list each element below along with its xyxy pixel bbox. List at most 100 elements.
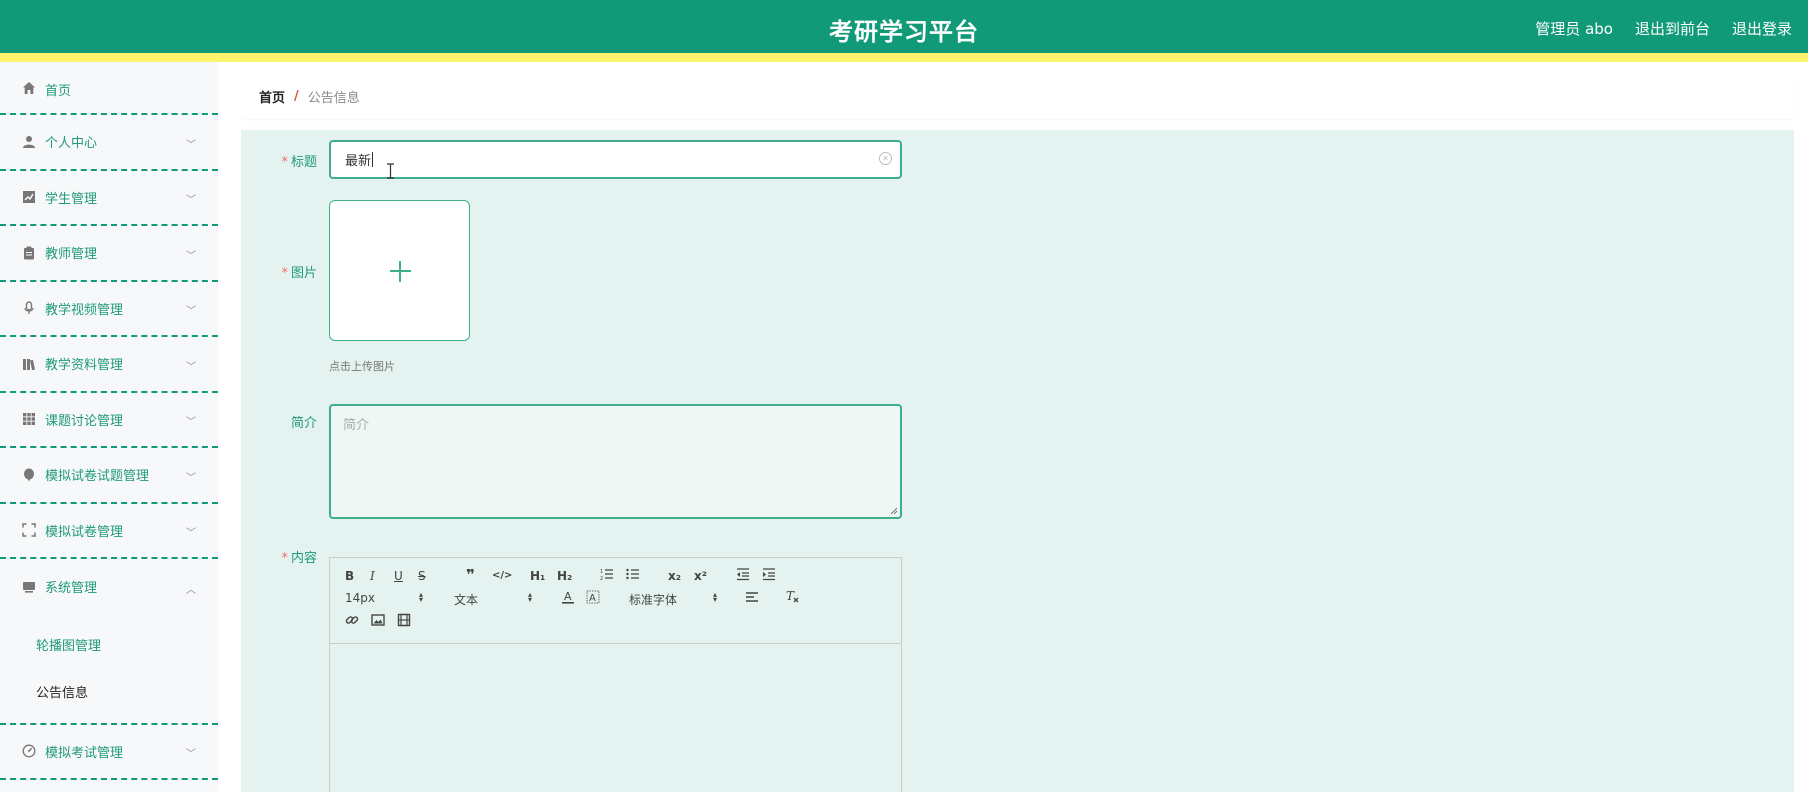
link-button[interactable] bbox=[345, 613, 359, 630]
heading1-button[interactable]: H₁ bbox=[530, 569, 545, 583]
title-input-value: 最新 bbox=[345, 154, 372, 169]
sidebar-item-label: 教学视频管理 bbox=[45, 302, 124, 318]
underline-button[interactable]: U bbox=[394, 569, 403, 583]
heading2-button[interactable]: H₂ bbox=[557, 569, 572, 583]
chevron-down-icon: ﹀ bbox=[186, 139, 196, 151]
title-label: * 标题 bbox=[281, 155, 317, 170]
chevron-down-icon: ﹀ bbox=[186, 195, 196, 207]
intro-placeholder: 简介 bbox=[343, 418, 370, 433]
strike-button[interactable]: S bbox=[418, 569, 426, 583]
balloon-icon bbox=[21, 467, 36, 482]
sidebar-item-label: 模拟试卷试题管理 bbox=[45, 469, 150, 485]
sidebar-item-label: 模拟试卷管理 bbox=[45, 524, 124, 540]
ibeam-cursor-icon bbox=[387, 163, 394, 179]
clear-input-icon[interactable]: ✕ bbox=[879, 152, 892, 165]
sidebar-item-discussion-management[interactable]: 课题讨论管理 ﹀ bbox=[0, 393, 218, 448]
rich-text-editor: B I U S ❞ </> H₁ H₂ 12 x₂ x² 14px ▴ ▾ 文本 … bbox=[329, 557, 902, 792]
code-block-button[interactable]: </> bbox=[492, 569, 512, 583]
system-submenu: 轮播图管理 公告信息 bbox=[0, 615, 218, 725]
bold-button[interactable]: B bbox=[345, 569, 354, 583]
chevron-down-icon: ﹀ bbox=[186, 749, 196, 761]
sidebar-item-label: 教师管理 bbox=[45, 247, 98, 263]
ordered-list-button[interactable]: 12 bbox=[600, 567, 614, 584]
sidebar-item-system-management[interactable]: 系统管理 ︿ bbox=[0, 559, 218, 615]
video-button[interactable] bbox=[397, 613, 411, 630]
blockquote-button[interactable]: ❞ bbox=[466, 568, 475, 583]
sidebar-item-personal-center[interactable]: 个人中心 ﹀ bbox=[0, 115, 218, 171]
text-color-button[interactable]: A bbox=[561, 590, 575, 608]
text-caret bbox=[372, 152, 374, 167]
sidebar-item-student-management[interactable]: 学生管理 ﹀ bbox=[0, 171, 218, 226]
plus-icon bbox=[399, 261, 401, 282]
intro-label: 简介 bbox=[290, 416, 317, 431]
align-button[interactable] bbox=[745, 590, 759, 607]
chevron-down-icon: ﹀ bbox=[186, 306, 196, 318]
image-button[interactable] bbox=[371, 613, 385, 630]
sidebar-item-mock-exam-management[interactable]: 模拟考试管理 ﹀ bbox=[0, 725, 218, 780]
sidebar-item-label: 课题讨论管理 bbox=[45, 413, 124, 429]
select-arrows-icon: ▴ ▾ bbox=[528, 590, 533, 604]
clear-format-button[interactable]: T bbox=[785, 589, 800, 607]
submenu-item-carousel[interactable]: 轮播图管理 bbox=[0, 621, 218, 668]
svg-text:1: 1 bbox=[600, 569, 603, 575]
back-to-front-link[interactable]: 退出到前台 bbox=[1635, 18, 1710, 39]
sidebar-item-materials-management[interactable]: 教学资料管理 ﹀ bbox=[0, 337, 218, 393]
person-icon bbox=[21, 134, 36, 149]
font-size-select[interactable]: 14px ▴ ▾ bbox=[345, 590, 425, 606]
editor-toolbar: B I U S ❞ </> H₁ H₂ 12 x₂ x² 14px ▴ ▾ 文本 … bbox=[330, 558, 901, 644]
chevron-down-icon: ﹀ bbox=[186, 417, 196, 429]
chevron-down-icon: ﹀ bbox=[186, 250, 196, 262]
sidebar-item-label: 学生管理 bbox=[45, 191, 98, 207]
chart-icon bbox=[21, 190, 36, 205]
sidebar-item-label: 系统管理 bbox=[45, 581, 98, 597]
intro-textarea[interactable]: 简介 bbox=[329, 404, 902, 519]
outdent-button[interactable] bbox=[736, 567, 750, 584]
background-color-button[interactable]: A bbox=[586, 590, 600, 608]
sidebar-item-teacher-management[interactable]: 教师管理 ﹀ bbox=[0, 226, 218, 282]
required-mark: * bbox=[281, 551, 288, 566]
books-icon bbox=[21, 356, 36, 371]
chevron-down-icon: ﹀ bbox=[186, 472, 196, 484]
required-mark: * bbox=[281, 266, 288, 281]
indent-button[interactable] bbox=[762, 567, 776, 584]
svg-text:T: T bbox=[786, 589, 795, 603]
breadcrumb-home[interactable]: 首页 bbox=[259, 87, 285, 106]
upload-tip: 点击上传图片 bbox=[329, 360, 395, 373]
sidebar-item-label: 个人中心 bbox=[45, 136, 98, 152]
superscript-button[interactable]: x² bbox=[694, 569, 707, 583]
italic-button[interactable]: I bbox=[370, 569, 375, 583]
submenu-item-announcements[interactable]: 公告信息 bbox=[0, 668, 218, 715]
font-family-value: 标准字体 bbox=[629, 593, 678, 607]
select-arrows-icon: ▴ ▾ bbox=[419, 590, 424, 604]
admin-user-label: 管理员 abo bbox=[1535, 20, 1613, 38]
title-input[interactable]: 最新 ✕ bbox=[329, 140, 902, 179]
text-format-select[interactable]: 文本 ▴ ▾ bbox=[454, 591, 534, 608]
logout-link[interactable]: 退出登录 bbox=[1732, 18, 1792, 39]
image-upload-box[interactable] bbox=[329, 200, 470, 341]
grid-icon bbox=[21, 412, 36, 427]
microphone-icon bbox=[21, 301, 36, 316]
font-size-value: 14px bbox=[345, 591, 375, 605]
sidebar-item-label: 教学资料管理 bbox=[45, 358, 124, 374]
sidebar-item-video-management[interactable]: 教学视频管理 ﹀ bbox=[0, 282, 218, 337]
font-family-select[interactable]: 标准字体 ▴ ▾ bbox=[629, 591, 719, 608]
chevron-up-icon: ︿ bbox=[186, 584, 196, 596]
header-actions: 管理员 abo 退出到前台 退出登录 bbox=[1535, 18, 1792, 39]
editor-body[interactable] bbox=[330, 644, 901, 792]
system-icon bbox=[21, 579, 36, 594]
resize-handle-icon[interactable] bbox=[890, 507, 898, 515]
content-label: * 内容 bbox=[281, 551, 317, 566]
sidebar-item-label: 模拟考试管理 bbox=[45, 745, 124, 761]
bullet-list-button[interactable] bbox=[626, 567, 640, 584]
sidebar-item-exam-questions-management[interactable]: 模拟试卷试题管理 ﹀ bbox=[0, 448, 218, 504]
svg-text:2: 2 bbox=[600, 576, 603, 581]
text-format-value: 文本 bbox=[454, 593, 479, 607]
top-header: 考研学习平台 管理员 abo 退出到前台 退出登录 bbox=[0, 0, 1808, 62]
sidebar-item-mock-paper-management[interactable]: 模拟试卷管理 ﹀ bbox=[0, 504, 218, 559]
sidebar-item-home[interactable]: 首页 bbox=[0, 62, 218, 115]
subscript-button[interactable]: x₂ bbox=[668, 569, 681, 583]
breadcrumb-current: 公告信息 bbox=[307, 90, 360, 106]
gauge-icon bbox=[21, 744, 36, 759]
header-accent-strip bbox=[0, 53, 1808, 62]
fullscreen-icon bbox=[21, 523, 36, 538]
